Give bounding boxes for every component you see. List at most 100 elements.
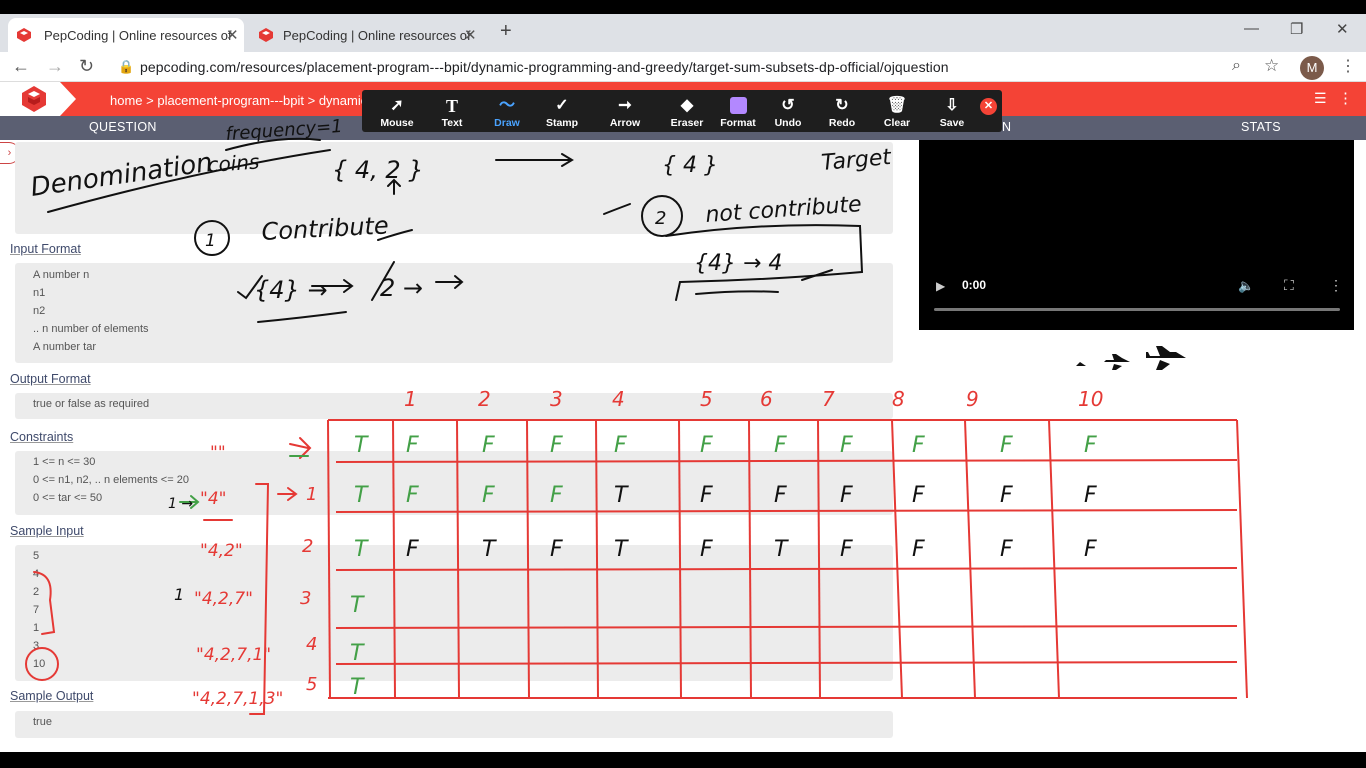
- sample-input-title: Sample Input: [10, 524, 84, 538]
- dp-cell: F: [1000, 537, 1013, 562]
- sample-input-line: 1: [33, 622, 40, 634]
- tool-redo[interactable]: ↻ Redo: [814, 96, 870, 129]
- tab-question[interactable]: QUESTION: [89, 120, 157, 134]
- dp-cell: F: [912, 433, 925, 458]
- column-header: 9: [966, 387, 979, 411]
- new-tab-icon[interactable]: +: [500, 20, 512, 43]
- tool-text[interactable]: T Text: [424, 96, 480, 129]
- fullscreen-icon[interactable]: ⛶: [1284, 277, 1294, 294]
- reload-icon[interactable]: ↻: [79, 56, 94, 77]
- close-window-icon[interactable]: ✕: [1336, 20, 1349, 38]
- tool-undo[interactable]: ↺ Undo: [760, 96, 816, 129]
- bookmark-star-icon[interactable]: ☆: [1264, 56, 1279, 76]
- dp-cell: F: [1084, 483, 1097, 508]
- tool-stamp[interactable]: ✓ Stamp: [534, 96, 590, 129]
- tool-label: Redo: [828, 117, 856, 129]
- forward-icon[interactable]: →: [46, 56, 64, 77]
- tab-title: PepCoding | Online resources of: [44, 28, 232, 43]
- sample-input-line: 10: [33, 658, 46, 670]
- tool-draw[interactable]: 〜 Draw: [479, 96, 535, 129]
- input-format-line: .. n number of elements: [33, 323, 149, 335]
- sample-input-line: 7: [33, 604, 40, 616]
- menu-kebab-icon[interactable]: ⋮: [1340, 56, 1356, 76]
- input-format-line: n2: [33, 305, 46, 317]
- constraint-line: 1 <= n <= 30: [33, 456, 96, 468]
- input-format-line: n1: [33, 287, 46, 299]
- lock-icon: 🔒: [118, 59, 135, 74]
- tool-eraser[interactable]: ◆ Eraser: [659, 96, 715, 129]
- tab-solution[interactable]: N: [1002, 120, 1011, 134]
- breadcrumb[interactable]: home > placement-program---bpit > dynami…: [110, 93, 367, 108]
- grid-line: [1048, 419, 1060, 699]
- tool-label: Arrow: [609, 117, 641, 129]
- output-format-title: Output Format: [10, 372, 91, 386]
- minimize-icon[interactable]: —: [1244, 20, 1259, 37]
- video-progress-track[interactable]: [934, 308, 1340, 311]
- sample-output-text: true: [33, 716, 52, 728]
- back-icon[interactable]: ←: [12, 56, 30, 77]
- dp-cell: F: [1000, 483, 1013, 508]
- tool-label: Text: [441, 117, 463, 129]
- undo-icon: ↺: [781, 97, 795, 114]
- pepcoding-logo[interactable]: [0, 82, 88, 116]
- constraint-line: 0 <= tar <= 50: [33, 492, 103, 504]
- column-header: 10: [1078, 387, 1103, 411]
- grid-line: [964, 419, 976, 699]
- pepcoding-favicon: [17, 28, 31, 42]
- grid-line: [1236, 419, 1248, 699]
- tool-label: Format: [720, 117, 756, 129]
- browser-tab-active[interactable]: PepCoding | Online resources of ✕: [8, 18, 244, 52]
- restore-icon[interactable]: ❐: [1290, 20, 1303, 38]
- airplane-icon: [1146, 346, 1186, 370]
- sample-output-box: true: [15, 711, 893, 738]
- input-format-title: Input Format: [10, 242, 81, 256]
- avatar[interactable]: M: [1300, 56, 1324, 80]
- check-icon: ✓: [555, 97, 569, 114]
- tool-label: Draw: [494, 117, 520, 129]
- text-icon: T: [445, 96, 458, 116]
- constraint-line: 0 <= n1, n2, .. n elements <= 20: [33, 474, 189, 486]
- output-format-box: true or false as required: [15, 393, 893, 419]
- tool-mouse[interactable]: ➚ Mouse: [369, 96, 425, 129]
- play-icon[interactable]: ▶: [936, 279, 945, 293]
- pepcoding-favicon: [259, 28, 273, 42]
- tool-label: Mouse: [380, 117, 414, 129]
- tool-clear[interactable]: 🗑 Clear: [869, 96, 925, 129]
- tool-format[interactable]: Format: [710, 96, 766, 129]
- list-icon[interactable]: ☰: [1314, 90, 1327, 107]
- arrow-icon: ➞: [618, 97, 632, 114]
- close-icon[interactable]: ✕: [226, 26, 239, 44]
- airplane-icon: [1076, 362, 1086, 366]
- tool-arrow[interactable]: ➞ Arrow: [597, 96, 653, 129]
- address-bar[interactable]: pepcoding.com/resources/placement-progra…: [140, 59, 949, 75]
- dp-cell: F: [1084, 537, 1097, 562]
- format-icon: [710, 96, 766, 116]
- sample-input-box: 5 4 2 7 1 3 10: [15, 545, 893, 681]
- dp-cell: F: [912, 483, 925, 508]
- tab-stats[interactable]: STATS: [1241, 120, 1281, 134]
- input-format-line: A number tar: [33, 341, 96, 353]
- more-icon[interactable]: ⋮: [1338, 89, 1353, 107]
- input-format-box: A number n n1 n2 .. n number of elements…: [15, 263, 893, 363]
- close-icon[interactable]: ✕: [464, 26, 477, 44]
- video-menu-icon[interactable]: ⋮: [1329, 277, 1343, 294]
- volume-icon[interactable]: 🔈: [1238, 278, 1254, 294]
- draw-icon: 〜: [498, 97, 515, 114]
- tool-label: Clear: [883, 117, 911, 129]
- airplane-doodles: [1076, 346, 1186, 370]
- browser-tab[interactable]: PepCoding | Online resources of ✕: [250, 18, 486, 52]
- video-player[interactable]: [919, 140, 1354, 330]
- video-time: 0:00: [962, 278, 987, 292]
- cursor-icon: ➚: [390, 97, 404, 114]
- input-format-line: A number n: [33, 269, 90, 281]
- sample-input-line: 2: [33, 586, 40, 598]
- site-logo-area: [0, 82, 88, 116]
- tool-label: Save: [939, 117, 965, 129]
- output-format-text: true or false as required: [33, 398, 150, 410]
- tool-save[interactable]: ⇩ Save: [924, 96, 980, 129]
- sample-output-title: Sample Output: [10, 689, 94, 703]
- zoom-icon[interactable]: ⌕: [1232, 57, 1241, 75]
- close-toolbar-icon[interactable]: ✕: [980, 98, 997, 115]
- dp-cell: F: [912, 537, 925, 562]
- screen-top-bar: [0, 0, 1366, 14]
